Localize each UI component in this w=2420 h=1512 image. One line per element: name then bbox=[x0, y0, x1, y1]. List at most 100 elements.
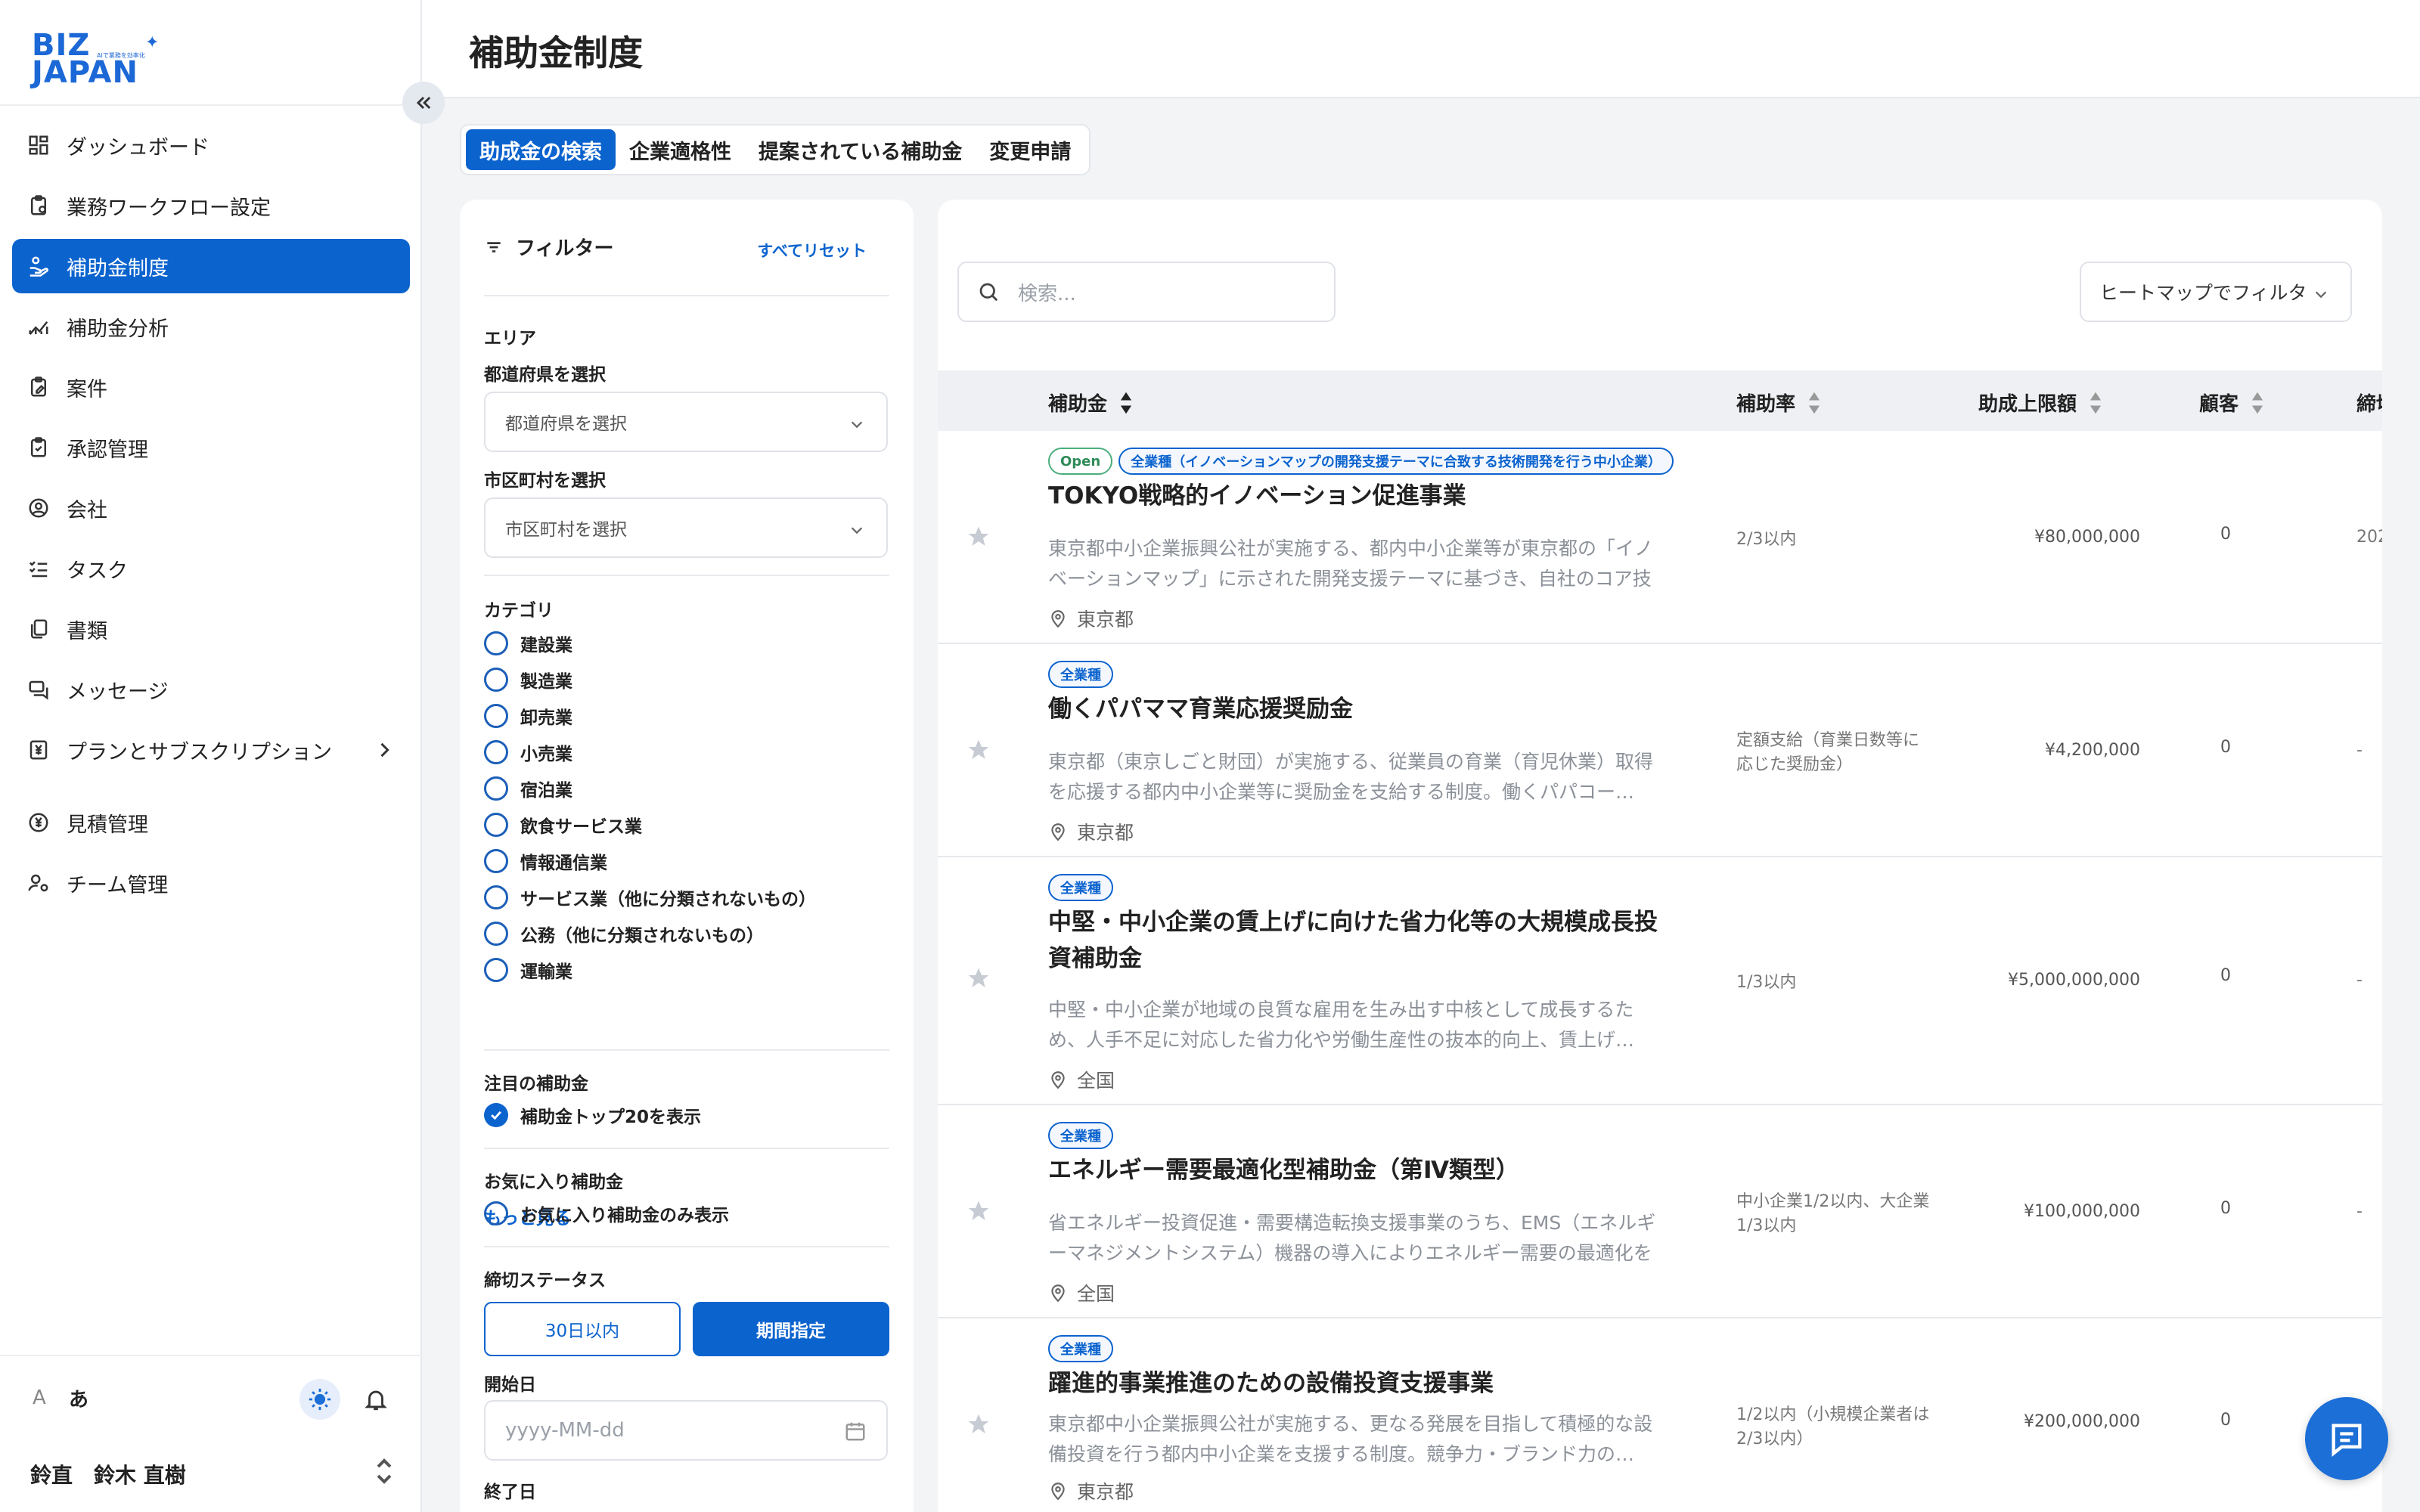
collapse-sidebar-button[interactable] bbox=[402, 82, 445, 124]
chart-line-icon bbox=[26, 314, 51, 339]
sidebar-item-messages[interactable]: メッセージ bbox=[12, 662, 410, 717]
radio-button[interactable] bbox=[484, 922, 508, 946]
category-option[interactable]: サービス業（他に分類されないもの） bbox=[484, 885, 816, 910]
grant-title[interactable]: エネルギー需要最適化型補助金（第Ⅳ類型） bbox=[1048, 1152, 1668, 1188]
language-toggle[interactable]: A あ bbox=[21, 1374, 100, 1421]
reset-all-link[interactable]: すべてリセット bbox=[757, 239, 867, 262]
start-date-input[interactable]: yyyy-MM-dd bbox=[484, 1400, 888, 1461]
sidebar-item-documents[interactable]: 書類 bbox=[12, 602, 410, 656]
category-option[interactable]: 製造業 bbox=[484, 667, 572, 692]
chat-support-button[interactable] bbox=[2305, 1397, 2388, 1480]
star-icon[interactable] bbox=[966, 1199, 991, 1223]
category-option[interactable]: 公務（他に分類されないもの） bbox=[484, 921, 764, 947]
search-icon bbox=[979, 283, 998, 302]
category-option[interactable]: 卸売業 bbox=[484, 703, 572, 729]
prefecture-select[interactable]: 都道府県を選択 bbox=[484, 392, 888, 452]
bell-icon[interactable] bbox=[355, 1379, 396, 1420]
sort-icon[interactable] bbox=[2251, 391, 2264, 415]
heatmap-filter-select[interactable]: ヒートマップでフィルタ bbox=[2080, 262, 2352, 322]
location-label: 全国 bbox=[1077, 1283, 1115, 1305]
radio-button[interactable] bbox=[484, 776, 508, 801]
sidebar-item-plans[interactable]: プランとサブスクリプション bbox=[12, 723, 410, 777]
radio-button[interactable] bbox=[484, 958, 508, 982]
sort-icon[interactable] bbox=[2089, 391, 2102, 415]
tab-proposed[interactable]: 提案されている補助金 bbox=[745, 129, 976, 170]
logo-line-2: JAPAN bbox=[32, 55, 138, 90]
radio-button[interactable] bbox=[484, 885, 508, 909]
table-row[interactable]: 全業種 中堅・中小企業の賃上げに向けた省力化等の大規模成長投資補助金 中堅・中小… bbox=[938, 857, 2382, 1105]
sidebar-item-company[interactable]: 会社 bbox=[12, 481, 410, 535]
table-row[interactable]: Open 全業種（イノベーションマップの開発支援テーマに合致する技術開発を行う中… bbox=[938, 431, 2382, 644]
sidebar-item-analysis[interactable]: 補助金分析 bbox=[12, 299, 410, 354]
prefecture-label: 都道府県を選択 bbox=[484, 365, 606, 385]
category-option[interactable]: 宿泊業 bbox=[484, 776, 572, 801]
column-header-deadline[interactable]: 締切 bbox=[2356, 389, 2382, 417]
filter-header: フィルター bbox=[484, 233, 613, 261]
sidebar-item-subsidies[interactable]: 補助金制度 bbox=[12, 239, 410, 293]
category-option[interactable]: 小売業 bbox=[484, 739, 572, 765]
grant-rate: 1/3以内 bbox=[1736, 973, 1797, 992]
table-row[interactable]: 全業種 エネルギー需要最適化型補助金（第Ⅳ類型） 省エネルギー投資促進・需要構造… bbox=[938, 1105, 2382, 1318]
radio-button[interactable] bbox=[484, 631, 508, 655]
sidebar: BIZ JAPAN AIで業務を効率化 ✦ ダッシュボード 業務ワークフロー設定… bbox=[0, 0, 422, 1512]
grant-title[interactable]: 躍進的事業推進のための設備投資支援事業 bbox=[1048, 1365, 1668, 1402]
sidebar-item-approvals[interactable]: 承認管理 bbox=[12, 420, 410, 475]
radio-button[interactable] bbox=[484, 1201, 508, 1225]
brand-logo[interactable]: BIZ JAPAN AIで業務を効率化 ✦ bbox=[32, 29, 183, 91]
category-option-label: 情報通信業 bbox=[520, 854, 607, 873]
star-icon[interactable] bbox=[966, 1412, 991, 1436]
lang-option-ja[interactable]: あ bbox=[69, 1384, 88, 1412]
tab-eligibility[interactable]: 企業適格性 bbox=[616, 129, 745, 170]
sidebar-item-team[interactable]: チーム管理 bbox=[12, 856, 410, 910]
within-30-days-button[interactable]: 30日以内 bbox=[484, 1302, 681, 1356]
sidebar-item-projects[interactable]: 案件 bbox=[12, 360, 410, 414]
star-icon[interactable] bbox=[966, 738, 991, 762]
grant-deadline: - bbox=[2356, 971, 2363, 990]
radio-button[interactable] bbox=[484, 813, 508, 837]
check-icon[interactable] bbox=[484, 1103, 508, 1127]
table-row[interactable]: 全業種 働くパパママ育業応援奨励金 東京都（東京しごと財団）が実施する、従業員の… bbox=[938, 644, 2382, 857]
grant-title[interactable]: TOKYO戦略的イノベーション促進事業 bbox=[1048, 478, 1668, 514]
star-icon[interactable] bbox=[966, 525, 991, 549]
radio-button[interactable] bbox=[484, 740, 508, 764]
search-input[interactable]: 検索... bbox=[957, 262, 1336, 322]
filter-icon bbox=[487, 241, 501, 253]
category-option[interactable]: 運輸業 bbox=[484, 957, 572, 983]
sidebar-item-tasks[interactable]: タスク bbox=[12, 541, 410, 596]
column-header-rate[interactable]: 補助率 bbox=[1736, 389, 1821, 417]
user-menu[interactable]: 鈴直 鈴木 直樹 bbox=[30, 1459, 186, 1489]
sidebar-item-workflow[interactable]: 業務ワークフロー設定 bbox=[12, 178, 410, 233]
location-label: 東京都 bbox=[1077, 609, 1134, 631]
category-option[interactable]: 飲食サービス業 bbox=[484, 812, 642, 838]
favorites-option[interactable]: お気に入り補助金のみ表示 bbox=[484, 1201, 729, 1226]
grant-title[interactable]: 中堅・中小企業の賃上げに向けた省力化等の大規模成長投資補助金 bbox=[1048, 904, 1668, 977]
table-row[interactable]: 全業種 躍進的事業推進のための設備投資支援事業 東京都中小企業振興公社が実施する… bbox=[938, 1318, 2382, 1512]
category-option-label: 卸売業 bbox=[520, 708, 572, 728]
sort-icon[interactable] bbox=[1807, 391, 1821, 415]
date-range-button[interactable]: 期間指定 bbox=[693, 1302, 889, 1356]
category-option[interactable]: 建設業 bbox=[484, 631, 572, 656]
featured-option[interactable]: 補助金トップ20を表示 bbox=[484, 1102, 701, 1128]
column-header-grant[interactable]: 補助金 bbox=[1048, 389, 1133, 417]
city-select[interactable]: 市区町村を選択 bbox=[484, 497, 888, 558]
category-option[interactable]: 情報通信業 bbox=[484, 848, 607, 874]
calendar-icon[interactable] bbox=[844, 1420, 867, 1442]
status-badge: Open bbox=[1048, 448, 1113, 475]
tab-search-grants[interactable]: 助成金の検索 bbox=[466, 129, 616, 170]
star-icon[interactable] bbox=[966, 966, 991, 990]
chevron-up-down-icon[interactable] bbox=[374, 1455, 395, 1488]
page-title: 補助金制度 bbox=[469, 33, 643, 73]
grant-title[interactable]: 働くパパママ育業応援奨励金 bbox=[1048, 691, 1668, 727]
sort-icon[interactable] bbox=[1119, 391, 1133, 415]
sidebar-item-quotes[interactable]: 見積管理 bbox=[12, 795, 410, 850]
lang-option-en[interactable]: A bbox=[33, 1387, 46, 1409]
radio-button[interactable] bbox=[484, 849, 508, 873]
tab-change-request[interactable]: 変更申請 bbox=[976, 129, 1084, 170]
sidebar-item-dashboard[interactable]: ダッシュボード bbox=[12, 118, 410, 172]
column-header-max-amount[interactable]: 助成上限額 bbox=[1978, 389, 2102, 417]
radio-button[interactable] bbox=[484, 668, 508, 692]
sun-icon[interactable] bbox=[299, 1379, 340, 1420]
column-header-customers[interactable]: 顧客 bbox=[2199, 389, 2264, 417]
grant-location: 東京都 bbox=[1048, 605, 1134, 632]
radio-button[interactable] bbox=[484, 704, 508, 728]
